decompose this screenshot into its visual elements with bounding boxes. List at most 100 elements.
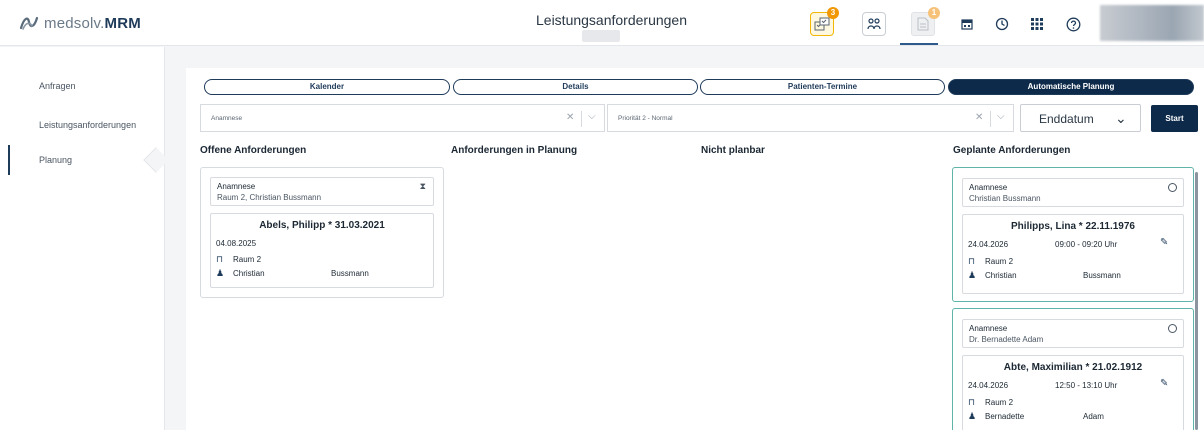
logo-text-bold: MRM <box>104 14 141 32</box>
tab-kalender[interactable]: Kalender <box>204 79 450 95</box>
active-indicator <box>900 43 938 45</box>
person-icon: ♟ <box>968 270 977 280</box>
staff-last-name: Bussmann <box>1083 271 1121 280</box>
room-icon: ⊓ <box>968 256 976 266</box>
calendar-icon <box>961 19 973 30</box>
appointment-date: 24.04.2026 <box>968 381 1009 390</box>
document-button[interactable]: 1 <box>911 7 940 36</box>
request-subtitle: Christian Bussmann <box>969 194 1041 203</box>
clear-icon[interactable]: ✕ <box>975 112 983 123</box>
planned-request-card[interactable]: Anamnese Dr. Bernadette Adam Abte, Maxim… <box>952 308 1194 430</box>
planning-panel: Kalender Details Patienten-Termine Autom… <box>186 68 1204 430</box>
patients-button[interactable] <box>862 12 886 36</box>
request-header: Anamnese Christian Bussmann <box>962 178 1184 207</box>
type-select[interactable]: Anamnese ✕ ⌵ <box>200 104 605 132</box>
notification-badge: 3 <box>827 7 839 19</box>
appointment-time: 12:50 - 13:10 Uhr <box>1055 381 1118 390</box>
sidebar-item-planung[interactable]: Planung <box>39 155 72 165</box>
staff-first-name: Bernadette <box>985 412 1025 421</box>
request-type: Anamnese <box>217 182 256 191</box>
type-select-value: Anamnese <box>211 115 243 122</box>
patient-name: Abels, Philipp * 31.03.2021 <box>259 220 385 231</box>
column-title-not-plannable: Nicht planbar <box>701 145 765 156</box>
patient-name: Abte, Maximilian * 21.02.1912 <box>1003 362 1143 373</box>
scrollbar[interactable] <box>1195 172 1198 430</box>
request-header: Anamnese Raum 2, Christian Bussmann ⧗ <box>210 177 434 206</box>
request-subtitle: Dr. Bernadette Adam <box>969 335 1044 344</box>
hourglass-icon: ⧗ <box>419 181 426 191</box>
planned-request-card[interactable]: Anamnese Christian Bussmann Philipps, Li… <box>952 167 1194 302</box>
priority-select[interactable]: Priorität 2 - Normal ✕ ⌵ <box>607 104 1014 132</box>
select-divider <box>990 111 991 127</box>
patient-name: Philipps, Lina * 22.11.1976 <box>1011 221 1135 232</box>
sidebar-item-anfragen[interactable]: Anfragen <box>39 81 76 91</box>
help-button[interactable] <box>1061 12 1085 36</box>
page-subtitle-placeholder <box>582 30 620 42</box>
column-title-open: Offene Anforderungen <box>200 145 307 156</box>
history-button[interactable] <box>990 12 1014 36</box>
logo-icon <box>19 16 39 30</box>
app-logo[interactable]: medsolv.MRM <box>18 14 141 32</box>
tab-automatische-planung[interactable]: Automatische Planung <box>948 79 1194 95</box>
staff-first-name: Christian <box>233 269 265 278</box>
sidebar: Anfragen Leistungsanforderungen Planung <box>0 47 169 430</box>
patient-card[interactable]: Abels, Philipp * 31.03.2021 04.08.2025 ⊓… <box>210 213 434 288</box>
document-icon <box>917 17 929 31</box>
room-line: ⊓ Raum 2 <box>968 256 1013 267</box>
grid-icon <box>1031 18 1043 30</box>
column-title-in-planning: Anforderungen in Planung <box>451 145 578 156</box>
patient-card[interactable]: Philipps, Lina * 22.11.1976 24.04.2026 0… <box>962 214 1184 294</box>
staff-line: ♟ Christian <box>216 268 265 279</box>
room-icon: ⊓ <box>968 397 976 407</box>
apps-button[interactable] <box>1025 12 1049 36</box>
chevron-down-icon[interactable]: ⌵ <box>588 111 596 122</box>
staff-last-name: Bussmann <box>331 269 369 278</box>
request-subtitle: Raum 2, Christian Bussmann <box>217 193 322 202</box>
edit-pencil-icon[interactable]: ✎ <box>1160 237 1168 248</box>
edit-pencil-icon[interactable]: ✎ <box>1160 378 1168 389</box>
room-value: Raum 2 <box>233 255 262 264</box>
start-button[interactable]: Start <box>1151 105 1198 132</box>
status-circle-icon[interactable] <box>1168 324 1177 333</box>
enddate-label: Enddatum <box>1039 112 1094 126</box>
request-date: 04.08.2025 <box>216 239 257 248</box>
enddate-dropdown[interactable]: Enddatum ⌄ <box>1020 104 1141 132</box>
calendar-button[interactable] <box>955 12 979 36</box>
patients-icon <box>867 18 881 30</box>
help-icon <box>1066 17 1080 31</box>
priority-select-value: Priorität 2 - Normal <box>618 115 673 122</box>
staff-line: ♟ Christian <box>968 270 1017 281</box>
person-icon: ♟ <box>216 268 225 278</box>
tab-details[interactable]: Details <box>453 79 698 95</box>
room-value: Raum 2 <box>985 398 1014 407</box>
document-badge: 1 <box>928 7 940 19</box>
request-type: Anamnese <box>969 183 1008 192</box>
staff-last-name: Adam <box>1083 412 1104 421</box>
patient-card[interactable]: Abte, Maximilian * 21.02.1912 24.04.2026… <box>962 355 1184 430</box>
page-title: Leistungsanforderungen <box>536 12 688 28</box>
chevron-down-icon: ⌄ <box>1115 110 1127 126</box>
tab-patienten-termine[interactable]: Patienten-Termine <box>700 79 945 95</box>
room-line: ⊓ Raum 2 <box>968 397 1013 408</box>
clock-icon <box>995 17 1009 31</box>
room-line: ⊓ Raum 2 <box>216 254 261 265</box>
column-title-planned: Geplante Anforderungen <box>953 145 1071 156</box>
chevron-down-icon[interactable]: ⌵ <box>997 111 1005 122</box>
status-circle-icon[interactable] <box>1168 183 1177 192</box>
clear-icon[interactable]: ✕ <box>566 112 574 123</box>
person-icon: ♟ <box>968 411 977 421</box>
assignment-button[interactable]: 3 <box>810 7 839 36</box>
room-icon: ⊓ <box>216 254 224 264</box>
room-value: Raum 2 <box>985 257 1014 266</box>
user-avatar[interactable] <box>1100 5 1204 41</box>
assignment-icon <box>814 17 830 31</box>
sidebar-pointer <box>143 147 169 173</box>
open-request-card[interactable]: Anamnese Raum 2, Christian Bussmann ⧗ Ab… <box>200 167 444 298</box>
staff-first-name: Christian <box>985 271 1017 280</box>
top-bar: medsolv.MRM Leistungsanforderungen 3 1 <box>0 0 1204 46</box>
select-divider <box>581 111 582 127</box>
logo-text-prefix: medsolv. <box>44 14 105 32</box>
request-header: Anamnese Dr. Bernadette Adam <box>962 319 1184 348</box>
sidebar-item-leistungsanforderungen[interactable]: Leistungsanforderungen <box>39 120 136 130</box>
staff-line: ♟ Bernadette <box>968 411 1024 422</box>
